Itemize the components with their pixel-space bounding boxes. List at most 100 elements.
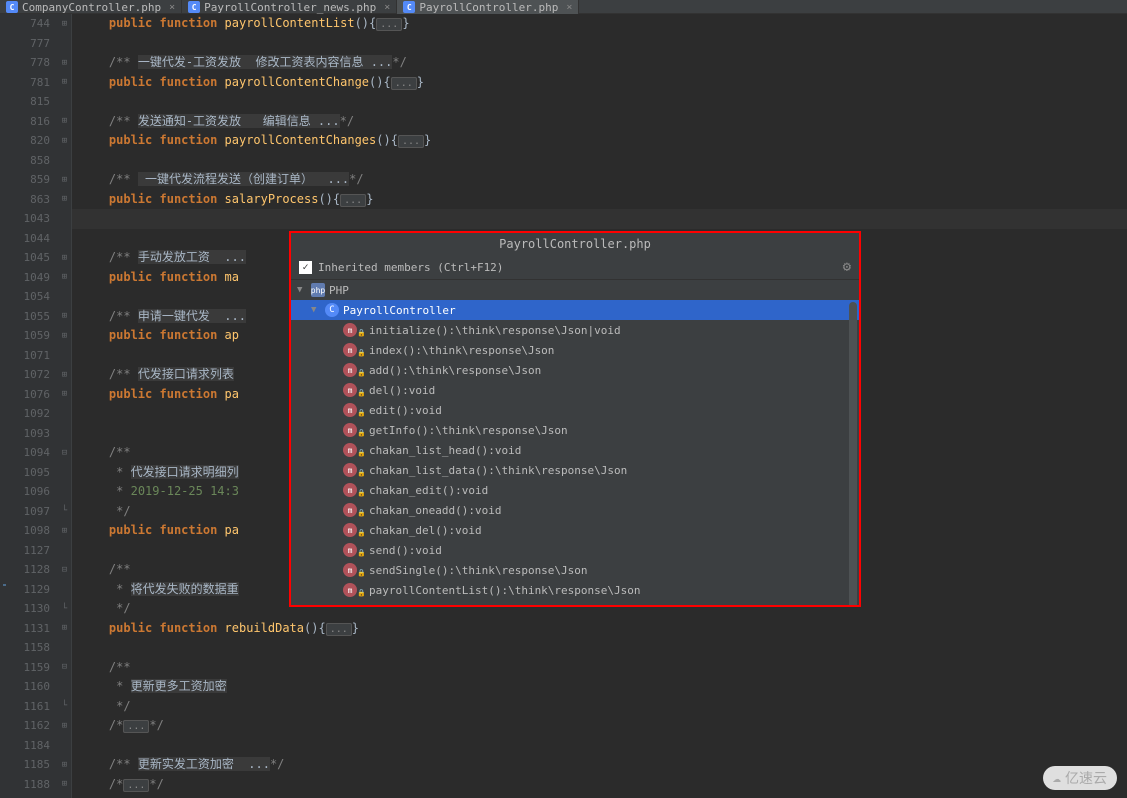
fold-toggle-icon[interactable]: ⊞ bbox=[58, 307, 71, 327]
fold-toggle-icon[interactable]: ⊞ bbox=[58, 53, 71, 73]
code-line[interactable] bbox=[80, 92, 1127, 112]
code-line[interactable]: /** bbox=[80, 658, 1127, 678]
fold-toggle-icon[interactable]: └ bbox=[58, 697, 71, 717]
gear-icon[interactable]: ⚙ bbox=[843, 259, 851, 275]
fold-toggle-icon[interactable]: ⊞ bbox=[58, 14, 71, 34]
tree-method-node[interactable]: m🔒index():\think\response\Json bbox=[291, 340, 859, 360]
fold-toggle-icon[interactable]: └ bbox=[58, 502, 71, 522]
code-line[interactable] bbox=[72, 209, 1127, 229]
fold-toggle-icon[interactable]: ⊞ bbox=[58, 190, 71, 210]
code-line[interactable] bbox=[80, 151, 1127, 171]
tree-method-node[interactable]: m🔒chakan_oneadd():void bbox=[291, 500, 859, 520]
fold-toggle-icon[interactable]: ⊟ bbox=[58, 443, 71, 463]
tree-method-node[interactable]: m🔒del():void bbox=[291, 380, 859, 400]
folded-code-marker[interactable]: ... bbox=[123, 720, 149, 733]
code-line[interactable]: public function salaryProcess(){...} bbox=[80, 190, 1127, 210]
fold-toggle-icon[interactable]: ⊞ bbox=[58, 365, 71, 385]
fold-toggle-icon[interactable]: ⊞ bbox=[58, 326, 71, 346]
tree-class-label: PayrollController bbox=[343, 304, 456, 317]
folded-code-marker[interactable]: ... bbox=[326, 623, 352, 636]
tree-method-node[interactable]: m🔒getInfo():\think\response\Json bbox=[291, 420, 859, 440]
fold-toggle-icon[interactable]: ⊞ bbox=[58, 170, 71, 190]
php-file-icon: C bbox=[403, 1, 415, 13]
code-line[interactable] bbox=[80, 34, 1127, 54]
line-number: 1097 bbox=[10, 502, 50, 522]
tree-method-node[interactable]: m🔒send():void bbox=[291, 540, 859, 560]
folded-code-marker[interactable]: ... bbox=[123, 779, 149, 792]
line-number: 820 bbox=[10, 131, 50, 151]
code-line[interactable]: /*...*/ bbox=[80, 775, 1127, 795]
fold-toggle-icon[interactable]: ⊞ bbox=[58, 248, 71, 268]
code-line[interactable]: public function payrollContentChanges(){… bbox=[80, 131, 1127, 151]
tree-method-label: payrollContentList():\think\response\Jso… bbox=[369, 584, 641, 597]
structure-tree[interactable]: ▼ php PHP ▼ C PayrollController m🔒initia… bbox=[291, 280, 859, 605]
fold-toggle-icon[interactable]: └ bbox=[58, 599, 71, 619]
watermark-text: 亿速云 bbox=[1065, 768, 1107, 788]
tree-method-node[interactable]: m🔒edit():void bbox=[291, 400, 859, 420]
code-line[interactable]: public function payrollContentList(){...… bbox=[80, 14, 1127, 34]
folded-code-marker[interactable]: ... bbox=[398, 135, 424, 148]
tree-method-node[interactable]: m🔒chakan_del():void bbox=[291, 520, 859, 540]
tree-method-label: add():\think\response\Json bbox=[369, 364, 541, 377]
fold-toggle-icon[interactable]: ⊞ bbox=[58, 131, 71, 151]
code-line[interactable]: */ bbox=[80, 697, 1127, 717]
fold-toggle-icon[interactable]: ⊞ bbox=[58, 775, 71, 795]
code-line[interactable] bbox=[80, 638, 1127, 658]
line-number: 1049 bbox=[10, 268, 50, 288]
tree-method-node[interactable]: m🔒chakan_list_head():void bbox=[291, 440, 859, 460]
expand-arrow-icon[interactable]: ▼ bbox=[297, 285, 307, 295]
close-icon[interactable]: × bbox=[384, 2, 390, 13]
method-icon: m bbox=[343, 343, 357, 357]
method-icon: m bbox=[343, 543, 357, 557]
folded-code-marker[interactable]: ... bbox=[340, 194, 366, 207]
line-number: 1158 bbox=[10, 638, 50, 658]
line-number: 1096 bbox=[10, 482, 50, 502]
code-line[interactable] bbox=[80, 736, 1127, 756]
tab-bar: CCompanyController.php×CPayrollControlle… bbox=[0, 0, 1127, 14]
tree-method-node[interactable]: m🔒initialize():\think\response\Json|void bbox=[291, 320, 859, 340]
fold-toggle-icon[interactable]: ⊞ bbox=[58, 385, 71, 405]
tab-file[interactable]: CPayrollController_news.php× bbox=[182, 0, 397, 14]
code-line[interactable]: /** 一键代发流程发送（创建订单） ...*/ bbox=[80, 170, 1127, 190]
close-icon[interactable]: × bbox=[566, 2, 572, 13]
line-number: 858 bbox=[10, 151, 50, 171]
tab-label: CompanyController.php bbox=[22, 1, 161, 14]
line-number: 1162 bbox=[10, 716, 50, 736]
tree-method-node[interactable]: m🔒sendSingle():\think\response\Json bbox=[291, 560, 859, 580]
line-number: 859 bbox=[10, 170, 50, 190]
tree-method-node[interactable]: m🔒chakan_edit():void bbox=[291, 480, 859, 500]
tree-scrollbar[interactable] bbox=[849, 302, 857, 605]
fold-toggle-icon[interactable]: ⊞ bbox=[58, 716, 71, 736]
folded-code-marker[interactable]: ... bbox=[376, 18, 402, 31]
tree-method-node[interactable]: m🔒chakan_list_data():\think\response\Jso… bbox=[291, 460, 859, 480]
tree-method-node[interactable]: m🔒payrollContentList():\think\response\J… bbox=[291, 580, 859, 600]
fold-toggle-icon[interactable]: ⊟ bbox=[58, 560, 71, 580]
tree-method-label: chakan_edit():void bbox=[369, 484, 488, 497]
fold-toggle-icon[interactable]: ⊞ bbox=[58, 755, 71, 775]
code-line[interactable]: public function rebuildData(){...} bbox=[80, 619, 1127, 639]
fold-toggle-icon[interactable]: ⊞ bbox=[58, 73, 71, 93]
expand-arrow-icon[interactable]: ▼ bbox=[311, 305, 321, 315]
fold-toggle-icon[interactable]: ⊞ bbox=[58, 268, 71, 288]
code-line[interactable]: /** 一键代发-工资发放 修改工资表内容信息 ...*/ bbox=[80, 53, 1127, 73]
code-line[interactable]: public function payrollContentChange(){.… bbox=[80, 73, 1127, 93]
folded-code-marker[interactable]: ... bbox=[391, 77, 417, 90]
tree-class-node[interactable]: ▼ C PayrollController bbox=[291, 300, 859, 320]
tab-file[interactable]: CCompanyController.php× bbox=[0, 0, 182, 14]
line-number: 863 bbox=[10, 190, 50, 210]
fold-toggle-icon[interactable]: ⊞ bbox=[58, 112, 71, 132]
code-line[interactable]: * 更新更多工资加密 bbox=[80, 677, 1127, 697]
fold-toggle-icon[interactable]: ⊞ bbox=[58, 619, 71, 639]
tab-file[interactable]: CPayrollController.php× bbox=[397, 0, 579, 14]
inherited-checkbox[interactable]: ✓ bbox=[299, 261, 312, 274]
close-icon[interactable]: × bbox=[169, 2, 175, 13]
fold-toggle-icon[interactable]: ⊟ bbox=[58, 658, 71, 678]
code-line[interactable]: /** 更新实发工资加密 ...*/ bbox=[80, 755, 1127, 775]
code-line[interactable]: /*...*/ bbox=[80, 716, 1127, 736]
code-line[interactable]: /** 发送通知-工资发放 编辑信息 ...*/ bbox=[80, 112, 1127, 132]
fold-toggle-icon[interactable]: ⊞ bbox=[58, 521, 71, 541]
tree-root-php[interactable]: ▼ php PHP bbox=[291, 280, 859, 300]
tree-method-node[interactable]: m🔒add():\think\response\Json bbox=[291, 360, 859, 380]
inherited-label: Inherited members (Ctrl+F12) bbox=[318, 261, 503, 274]
lock-icon: 🔒 bbox=[357, 369, 365, 377]
